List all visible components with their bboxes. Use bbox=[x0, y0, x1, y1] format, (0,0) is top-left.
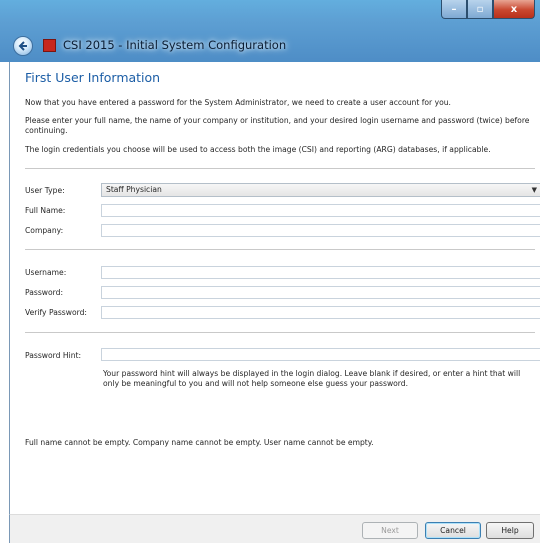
validation-message: Full name cannot be empty. Company name … bbox=[25, 438, 374, 447]
username-input[interactable] bbox=[101, 266, 540, 279]
verify-password-input[interactable] bbox=[101, 306, 540, 319]
button-bar: Next Cancel Help bbox=[9, 514, 540, 543]
user-type-value: Staff Physician bbox=[106, 185, 162, 194]
close-icon: x bbox=[510, 3, 518, 15]
dropdown-arrow-icon: ▼ bbox=[531, 186, 537, 194]
minimize-icon: – bbox=[451, 3, 457, 15]
user-type-select[interactable]: Staff Physician ▼ bbox=[101, 183, 540, 197]
help-button[interactable]: Help bbox=[486, 522, 534, 539]
full-name-input[interactable] bbox=[101, 204, 540, 217]
intro-text: Now that you have entered a password for… bbox=[25, 98, 451, 107]
user-type-label: User Type: bbox=[25, 186, 65, 195]
credentials-note: The login credentials you choose will be… bbox=[25, 145, 491, 154]
minimize-button[interactable]: – bbox=[441, 0, 467, 19]
password-hint-help: Your password hint will always be displa… bbox=[103, 369, 521, 388]
divider bbox=[25, 249, 535, 250]
company-label: Company: bbox=[25, 226, 64, 235]
page-heading: First User Information bbox=[25, 70, 161, 85]
divider bbox=[25, 168, 535, 169]
window-controls: – ▫ x bbox=[441, 0, 535, 20]
password-input[interactable] bbox=[101, 286, 540, 299]
full-name-label: Full Name: bbox=[25, 206, 66, 215]
instructions-text: Please enter your full name, the name of… bbox=[25, 116, 530, 135]
close-button[interactable]: x bbox=[493, 0, 535, 19]
maximize-icon: ▫ bbox=[476, 3, 484, 15]
divider bbox=[25, 332, 535, 333]
window-title: CSI 2015 - Initial System Configuration bbox=[63, 38, 287, 52]
wizard-content: First User Information Now that you have… bbox=[9, 62, 540, 514]
password-hint-input[interactable] bbox=[101, 348, 540, 361]
company-input[interactable] bbox=[101, 224, 540, 237]
back-arrow-icon bbox=[18, 41, 27, 51]
next-button[interactable]: Next bbox=[362, 522, 418, 539]
cancel-button[interactable]: Cancel bbox=[425, 522, 481, 539]
maximize-button[interactable]: ▫ bbox=[467, 0, 493, 19]
csi-app-icon bbox=[43, 39, 56, 52]
back-button[interactable] bbox=[13, 36, 33, 56]
verify-password-label: Verify Password: bbox=[25, 308, 87, 317]
username-label: Username: bbox=[25, 268, 67, 277]
password-hint-label: Password Hint: bbox=[25, 351, 82, 360]
title-bar: – ▫ x CSI 2015 - Initial System Configur… bbox=[0, 0, 540, 62]
password-label: Password: bbox=[25, 288, 64, 297]
